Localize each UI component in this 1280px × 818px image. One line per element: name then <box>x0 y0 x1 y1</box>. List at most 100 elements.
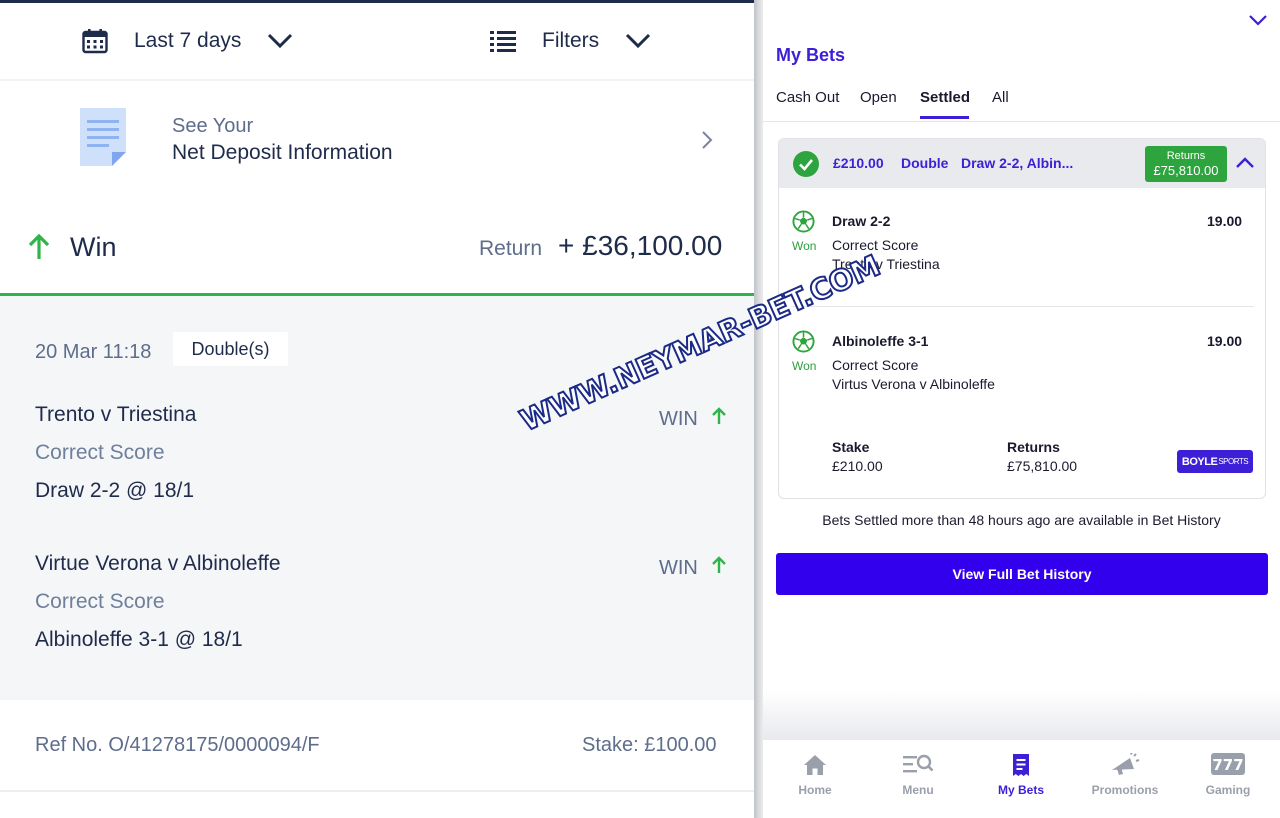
list-icon <box>490 29 516 53</box>
leg-event: Virtus Verona v Albinoleffe <box>832 376 995 392</box>
nav-shadow <box>763 690 1280 740</box>
returns-label: Returns <box>1007 439 1060 455</box>
tab-open[interactable]: Open <box>860 89 897 106</box>
returns-value: £75,810.00 <box>1007 458 1078 474</box>
arrow-up-icon <box>698 407 726 431</box>
filter-header: Last 7 days Filters <box>0 3 754 79</box>
nav-label: Menu <box>902 783 934 797</box>
bet-slip-icon <box>971 753 1071 777</box>
nav-label: My Bets <box>997 783 1044 797</box>
leg-selection: Draw 2-2 @ 18/1 <box>35 479 195 502</box>
arrow-up-icon <box>698 556 726 580</box>
stake-amount: Stake: £100.00 <box>582 734 717 756</box>
bet-leg: Virtue Verona v Albinoleffe Correct Scor… <box>0 552 754 682</box>
divider <box>792 306 1254 307</box>
leg-market: Correct Score <box>35 590 165 613</box>
return-value: + £36,100.00 <box>558 230 723 261</box>
svg-text:777: 777 <box>1212 756 1243 774</box>
leg-status: Won <box>792 359 817 373</box>
date-range-label: Last 7 days <box>134 29 242 52</box>
leg-result: WIN <box>659 407 726 431</box>
bet-amount: £210.00 <box>833 155 884 171</box>
bet-card-header[interactable]: £210.00 Double Draw 2-2, Albin... Return… <box>779 139 1265 188</box>
leg-selection: Draw 2-2 <box>832 213 891 229</box>
history-note: Bets Settled more than 48 hours ago are … <box>822 512 1221 528</box>
leg-market: Correct Score <box>832 357 919 373</box>
nav-promotions[interactable]: Promotions <box>1075 740 1175 818</box>
leg-market: Correct Score <box>35 441 165 464</box>
leg-match: Virtue Verona v Albinoleffe <box>35 552 281 575</box>
document-icon <box>76 106 130 173</box>
stake-value: £210.00 <box>832 458 883 474</box>
nav-label: Home <box>798 783 832 797</box>
slot-777-icon: 777 <box>1178 753 1278 775</box>
tab-cash-out[interactable]: Cash Out <box>776 89 839 106</box>
divider <box>763 121 1280 122</box>
active-tab-indicator <box>920 116 969 119</box>
chevron-down-icon[interactable] <box>1248 13 1268 32</box>
stake-label: Stake <box>832 439 870 455</box>
returns-badge: Returns £75,810.00 <box>1145 146 1227 182</box>
calendar-icon <box>82 28 108 54</box>
chevron-right-icon <box>700 130 714 155</box>
boylesports-logo: BOYLE SPORTS <box>1177 450 1253 473</box>
bet-result-row: Win Return + £36,100.00 <box>0 212 754 282</box>
deposit-line1: See Your <box>172 115 254 137</box>
chevron-up-icon[interactable] <box>1235 156 1255 175</box>
ref-row: Ref No. O/41278175/0000094/F Stake: £100… <box>0 700 754 790</box>
bet-leg: Won Albinoleffe 3-1 19.00 Correct Score … <box>779 309 1265 419</box>
arrow-up-icon <box>28 233 50 265</box>
nav-gaming[interactable]: 777 Gaming <box>1178 740 1278 818</box>
view-full-bet-history-button[interactable]: View Full Bet History <box>776 553 1268 595</box>
brand-sub: SPORTS <box>1218 457 1249 466</box>
leg-result-label: WIN <box>659 407 698 430</box>
check-circle-icon <box>793 151 819 182</box>
leg-selection: Albinoleffe 3-1 @ 18/1 <box>35 628 243 651</box>
football-icon <box>792 330 815 358</box>
megaphone-icon <box>1075 753 1175 777</box>
bet-type: Double <box>901 155 949 171</box>
net-deposit-link[interactable]: See Your Net Deposit Information <box>0 81 754 201</box>
filters-dropdown[interactable]: Filters <box>490 23 651 59</box>
nav-menu[interactable]: Menu <box>868 740 968 818</box>
leg-match: Trento v Triestina <box>35 403 197 426</box>
filters-label: Filters <box>542 29 600 52</box>
bet-name: Draw 2-2, Albin... <box>961 155 1074 171</box>
nav-my-bets[interactable]: My Bets <box>971 740 1071 818</box>
settled-bet-card: £210.00 Double Draw 2-2, Albin... Return… <box>778 138 1266 499</box>
divider <box>0 790 754 792</box>
home-icon <box>765 753 865 777</box>
nav-label: Promotions <box>1091 783 1159 797</box>
leg-selection: Albinoleffe 3-1 <box>832 333 929 349</box>
returns-badge-value: £75,810.00 <box>1153 163 1219 178</box>
tab-settled[interactable]: Settled <box>920 89 970 106</box>
split-view-divider[interactable] <box>754 0 763 818</box>
chevron-down-icon <box>267 33 293 49</box>
leg-result-label: WIN <box>659 556 698 579</box>
chevron-down-icon <box>625 33 651 49</box>
my-bets-panel: My Bets Cash Out Open Settled All £210.0… <box>763 0 1280 818</box>
page-title: My Bets <box>776 45 846 65</box>
bet-datetime: 20 Mar 11:18 <box>35 341 152 363</box>
leg-odds: 19.00 <box>1207 213 1243 229</box>
return-label: Return <box>479 237 543 260</box>
bet-leg: Trento v Triestina Correct Score Draw 2-… <box>0 403 754 533</box>
deposit-line2: Net Deposit Information <box>172 141 393 164</box>
bottom-navigation: Home Menu My Bets Promotions 777 Gaming <box>763 740 1280 818</box>
leg-result: WIN <box>659 556 726 580</box>
tab-all[interactable]: All <box>992 89 1009 106</box>
leg-status: Won <box>792 239 817 253</box>
result-label: Win <box>70 232 117 262</box>
returns-badge-label: Returns <box>1166 150 1206 162</box>
bet-type-badge: Double(s) <box>173 332 288 366</box>
menu-search-icon <box>868 753 968 775</box>
date-range-dropdown[interactable]: Last 7 days <box>82 23 293 59</box>
football-icon <box>792 210 815 238</box>
nav-label: Gaming <box>1205 783 1251 797</box>
nav-home[interactable]: Home <box>765 740 865 818</box>
reference-number: Ref No. O/41278175/0000094/F <box>35 734 320 756</box>
leg-odds: 19.00 <box>1207 333 1243 349</box>
leg-market: Correct Score <box>832 237 919 253</box>
brand-main: BOYLE <box>1181 455 1218 468</box>
left-bet-detail-panel: Last 7 days Filters See Your Net Deposit… <box>0 0 754 818</box>
